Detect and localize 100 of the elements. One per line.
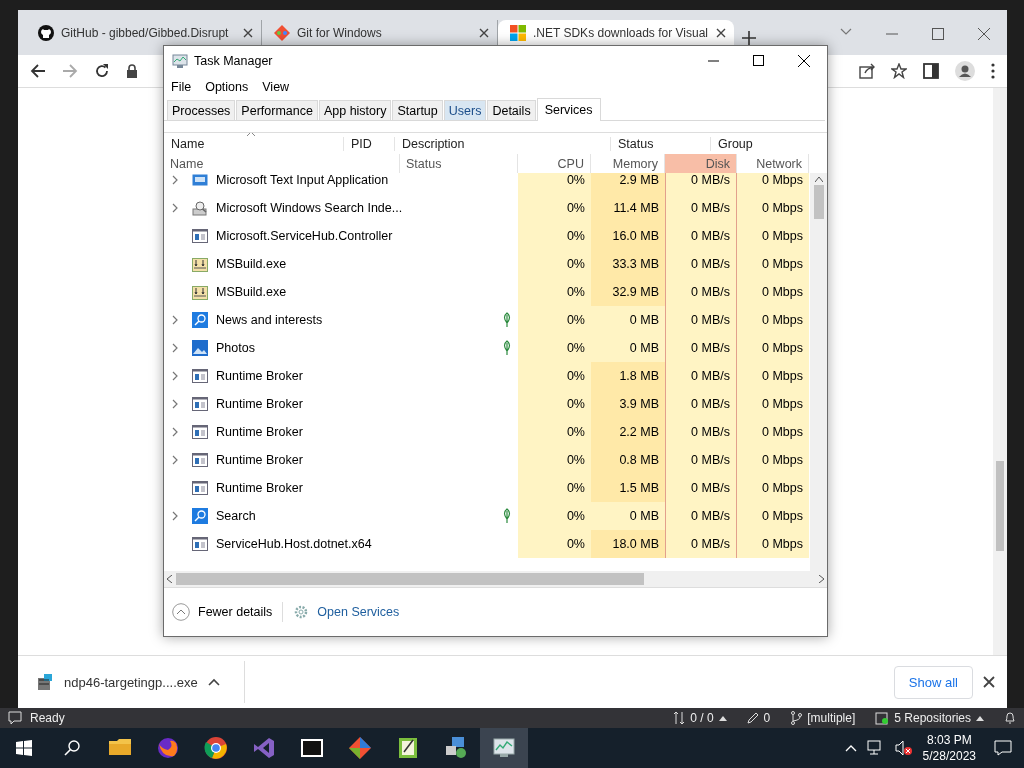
table-row[interactable]: Microsoft.ServiceHub.Controller 0% 16.0 MB 0 MB/s 0 Mbps [164, 222, 810, 250]
open-services-link[interactable]: Open Services [317, 605, 400, 619]
star-icon[interactable] [891, 63, 907, 79]
process-name[interactable]: MSBuild.exe [214, 250, 400, 278]
table-row[interactable]: MSBuild.exe 0% 32.9 MB 0 MB/s 0 Mbps [164, 278, 810, 306]
chevron-right-icon[interactable] [172, 315, 178, 325]
caret-icon[interactable] [207, 678, 220, 686]
download-file-name[interactable]: ndp46-targetingp....exe [64, 674, 198, 690]
table-row[interactable]: Photos 0% 0 MB 0 MB/s 0 Mbps [164, 334, 810, 362]
process-name[interactable]: Photos [214, 334, 400, 362]
sync-arrows-icon[interactable] [673, 711, 686, 725]
tab[interactable]: Processes [167, 100, 236, 120]
more-icon[interactable] [991, 63, 995, 79]
chevron-right-icon[interactable] [172, 203, 178, 213]
scrollbar[interactable] [993, 88, 1007, 655]
process-name[interactable]: Search [214, 502, 400, 530]
menu-item[interactable]: File [171, 80, 192, 94]
process-name[interactable]: Runtime Broker [214, 390, 400, 418]
repository-icon[interactable] [875, 711, 890, 725]
tab[interactable]: Details [487, 100, 536, 120]
maximize-icon[interactable] [753, 55, 764, 66]
close-icon[interactable] [716, 27, 726, 38]
process-name[interactable]: Runtime Broker [214, 418, 400, 446]
table-row[interactable]: Runtime Broker 0% 0.8 MB 0 MB/s 0 Mbps [164, 446, 810, 474]
table-row[interactable]: MSBuild.exe 0% 33.3 MB 0 MB/s 0 Mbps [164, 250, 810, 278]
start-icon[interactable] [16, 740, 32, 756]
process-name[interactable]: Microsoft Text Input Application [214, 173, 400, 194]
table-row[interactable]: Search 0% 0 MB 0 MB/s 0 Mbps [164, 502, 810, 530]
table-row[interactable]: Microsoft Windows Search Inde... 0% 11.4 MB 0 MB/s 0 Mbps [164, 194, 810, 222]
branch-name[interactable]: [multiple] [807, 711, 856, 725]
volume-muted-icon[interactable] [894, 740, 913, 756]
tab[interactable]: Services [536, 98, 601, 121]
notification-icon[interactable] [994, 740, 1012, 756]
branch-icon[interactable] [790, 711, 803, 725]
pencil-icon[interactable] [746, 712, 759, 724]
collapse-icon[interactable] [172, 603, 190, 621]
process-name[interactable]: Runtime Broker [214, 474, 400, 502]
chevron-right-icon[interactable] [172, 343, 178, 353]
chevron-right-icon[interactable] [172, 455, 178, 465]
column-header[interactable]: Group [710, 136, 809, 151]
scrollbar[interactable] [164, 571, 827, 587]
table-row[interactable]: Runtime Broker 0% 2.2 MB 0 MB/s 0 Mbps [164, 418, 810, 446]
clock-time[interactable]: 8:03 PM [926, 732, 972, 748]
caret-icon[interactable] [718, 715, 727, 721]
chevron-right-icon[interactable] [172, 511, 178, 521]
scrollbar-thumb[interactable] [996, 461, 1004, 551]
process-name[interactable]: ServiceHub.Host.dotnet.x64 [214, 530, 400, 558]
table-row[interactable]: Runtime Broker 0% 1.5 MB 0 MB/s 0 Mbps [164, 474, 810, 502]
process-name[interactable]: Runtime Broker [214, 362, 400, 390]
clock-date[interactable]: 5/28/2023 [922, 748, 976, 764]
column-header[interactable]: Status [610, 136, 710, 151]
fewer-details-link[interactable]: Fewer details [198, 605, 273, 619]
scrollbar-thumb[interactable] [176, 573, 644, 585]
sync-count[interactable]: 0 / 0 [690, 711, 714, 725]
close-icon[interactable] [798, 55, 810, 67]
column-header[interactable]: PID [343, 136, 394, 151]
caret-icon[interactable] [976, 715, 984, 721]
column-header[interactable]: Description [394, 136, 610, 151]
close-icon[interactable] [479, 27, 489, 38]
process-name[interactable]: MSBuild.exe [214, 278, 400, 306]
table-row[interactable]: Runtime Broker 0% 1.8 MB 0 MB/s 0 Mbps [164, 362, 810, 390]
chevron-right-icon[interactable] [172, 175, 178, 185]
scrollbar[interactable] [810, 173, 827, 571]
table-row[interactable]: Microsoft Text Input Application 0% 2.9 MB 0 MB/s 0 Mbps [164, 173, 810, 194]
scrollbar-thumb[interactable] [813, 185, 824, 219]
reload-icon[interactable] [94, 63, 110, 79]
diamond-icon [274, 24, 290, 41]
process-name[interactable]: Microsoft.ServiceHub.Controller [214, 222, 400, 250]
browser-tab[interactable]: .NET SDKs downloads for Visual [498, 20, 734, 45]
show-all-button[interactable]: Show all [893, 665, 973, 699]
close-icon[interactable] [243, 27, 253, 38]
search-icon[interactable] [64, 740, 80, 756]
chevron-right-icon[interactable] [172, 399, 178, 409]
process-name[interactable]: News and interests [214, 306, 400, 334]
process-name[interactable]: Microsoft Windows Search Inde... [214, 194, 400, 222]
process-name[interactable]: Runtime Broker [214, 446, 400, 474]
back-icon[interactable] [30, 63, 46, 79]
chevron-right-icon[interactable] [172, 371, 178, 381]
table-row[interactable]: News and interests 0% 0 MB 0 MB/s 0 Mbps [164, 306, 810, 334]
tab[interactable]: Startup [392, 100, 443, 120]
profile-icon[interactable] [955, 61, 975, 81]
new-tab-icon[interactable] [742, 30, 756, 45]
tab[interactable]: Performance [236, 100, 318, 120]
menu-item[interactable]: View [262, 80, 290, 94]
close-icon[interactable] [983, 676, 995, 688]
tab[interactable]: Users [443, 100, 487, 120]
share-icon[interactable] [859, 63, 875, 79]
bell-icon[interactable] [1004, 711, 1016, 725]
repositories-label[interactable]: 5 Repositories [894, 711, 971, 725]
column-header[interactable]: Name [164, 136, 343, 151]
tab[interactable]: App history [318, 100, 392, 120]
chevron-right-icon[interactable] [172, 427, 178, 437]
side-panel-icon[interactable] [923, 63, 939, 79]
menu-item[interactable]: Options [205, 80, 249, 94]
table-cell: 0% [518, 362, 591, 390]
table-row[interactable]: ServiceHub.Host.dotnet.x64 0% 18.0 MB 0 MB/s 0 Mbps [164, 530, 810, 558]
table-row[interactable]: Runtime Broker 0% 3.9 MB 0 MB/s 0 Mbps [164, 390, 810, 418]
column-header[interactable]: Disk [665, 154, 737, 173]
edit-count[interactable]: 0 [763, 711, 771, 725]
taskbar-app[interactable] [480, 728, 528, 768]
